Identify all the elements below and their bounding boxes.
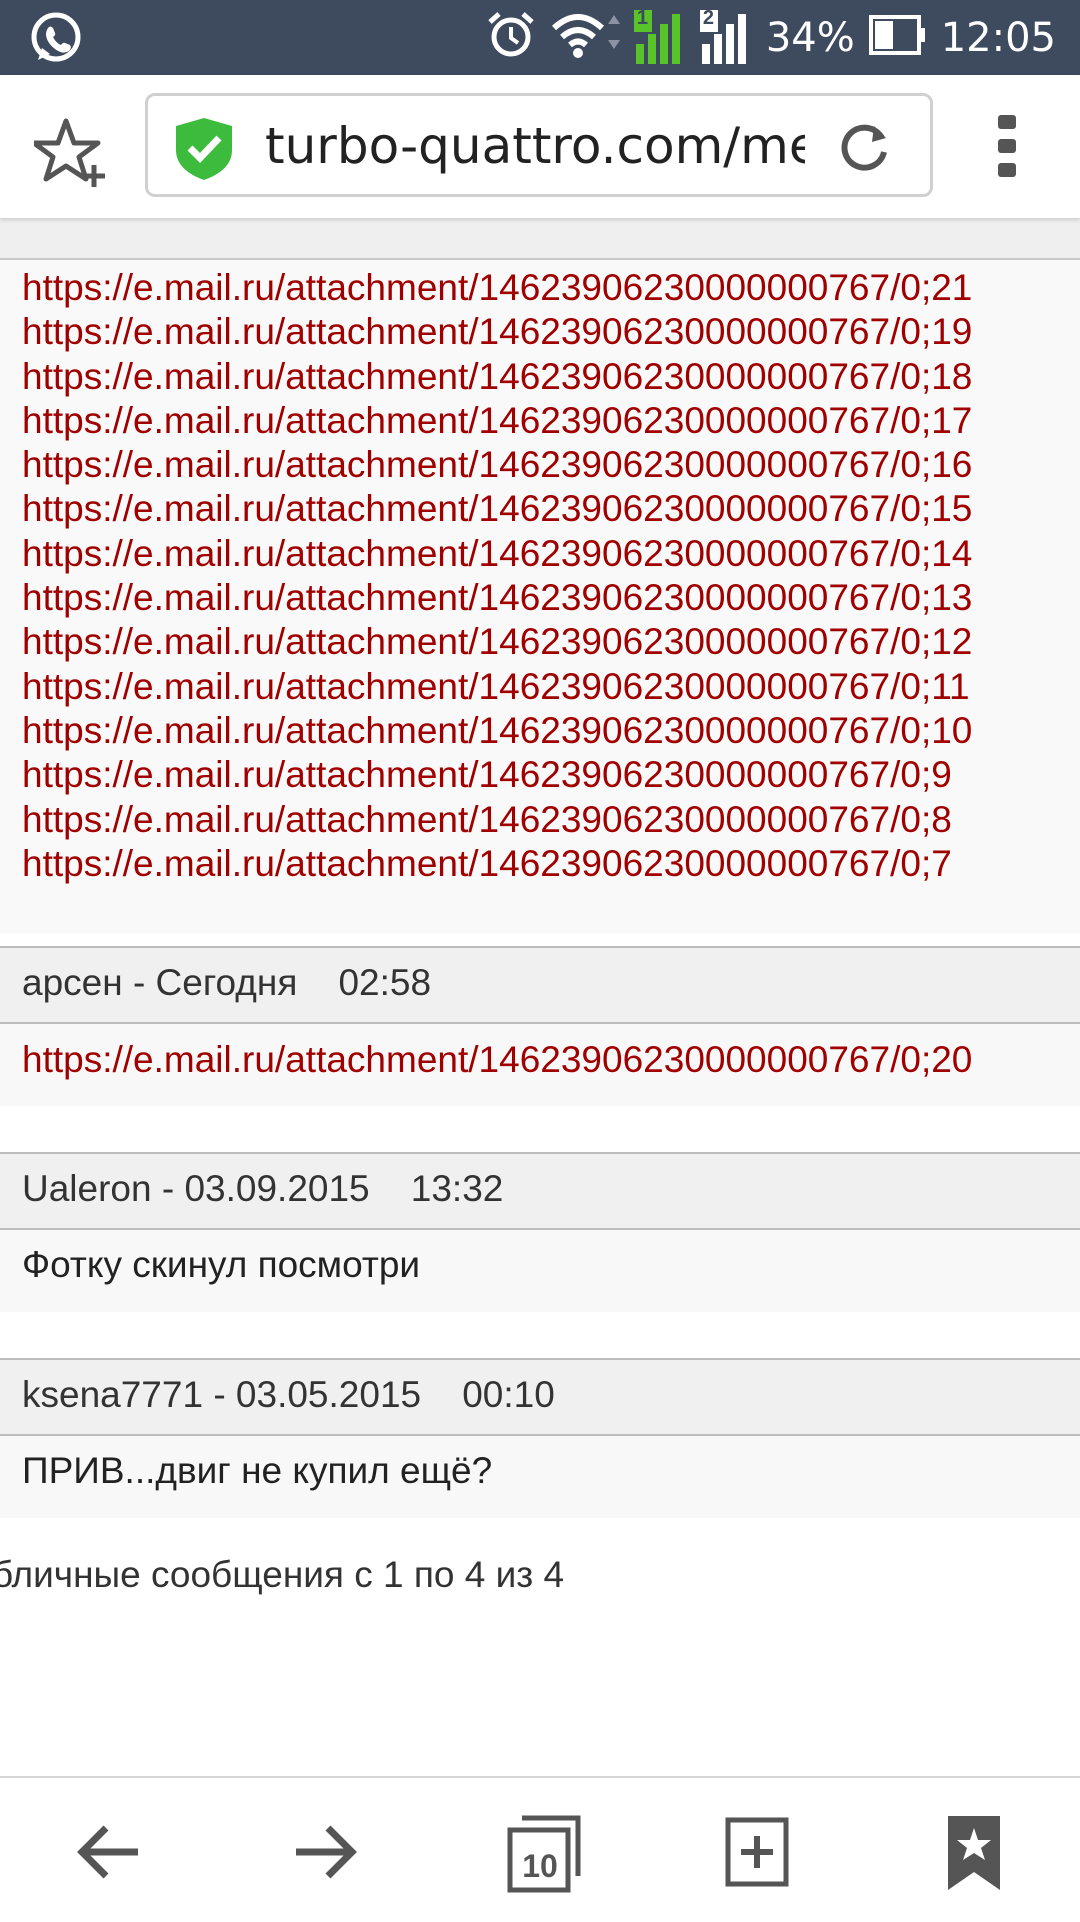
page-content: https://e.mail.ru/attachment/14623906230… xyxy=(0,218,1080,1778)
clock: 12:05 xyxy=(940,14,1056,61)
post-body: Фотку скинул посмотри xyxy=(0,1230,1080,1312)
attachment-link[interactable]: https://e.mail.ru/attachment/14623906230… xyxy=(22,310,1080,354)
address-bar[interactable]: turbo-quattro.com/mer xyxy=(145,93,933,197)
bottom-navigation: 10 xyxy=(0,1776,1080,1922)
attachment-link[interactable]: https://e.mail.ru/attachment/14623906230… xyxy=(22,798,1080,842)
post-body: https://e.mail.ru/attachment/14623906230… xyxy=(0,1024,1080,1106)
attachment-link[interactable]: https://e.mail.ru/attachment/14623906230… xyxy=(22,1038,972,1082)
attachment-link[interactable]: https://e.mail.ru/attachment/14623906230… xyxy=(22,355,1080,399)
battery-icon xyxy=(868,15,927,60)
post-body: ПРИВ...двиг не купил ещё? xyxy=(0,1436,1080,1518)
back-arrow-icon[interactable] xyxy=(72,1814,148,1890)
message-body-links: https://e.mail.ru/attachment/14623906230… xyxy=(0,260,1080,934)
whatsapp-icon xyxy=(28,10,84,66)
attachment-link[interactable]: https://e.mail.ru/attachment/14623906230… xyxy=(22,576,1080,620)
wifi-icon xyxy=(550,10,620,65)
browser-toolbar: turbo-quattro.com/mer xyxy=(0,75,1080,218)
bookmarks-icon[interactable] xyxy=(936,1814,1012,1890)
pagination-summary: бличные сообщения с 1 по 4 из 4 xyxy=(0,1554,565,1595)
attachment-link[interactable]: https://e.mail.ru/attachment/14623906230… xyxy=(22,620,1080,664)
overflow-menu-icon[interactable] xyxy=(990,113,1026,181)
post-author-line: арсен - Сегодня 02:58 xyxy=(22,962,432,1003)
tabs-icon[interactable]: 10 xyxy=(504,1814,584,1893)
post-header: арсен - Сегодня 02:58 xyxy=(0,946,1080,1024)
sim2-label: 2 xyxy=(702,6,714,29)
forward-arrow-icon[interactable] xyxy=(286,1814,362,1890)
post-text: ПРИВ...двиг не купил ещё? xyxy=(22,1450,493,1491)
attachment-link[interactable]: https://e.mail.ru/attachment/14623906230… xyxy=(22,399,1080,443)
attachment-link[interactable]: https://e.mail.ru/attachment/14623906230… xyxy=(22,709,1080,753)
signal-sim2-icon: 2 xyxy=(699,6,752,66)
attachment-link[interactable]: https://e.mail.ru/attachment/14623906230… xyxy=(22,753,1080,797)
attachment-link[interactable]: https://e.mail.ru/attachment/14623906230… xyxy=(22,487,1080,531)
attachment-link[interactable]: https://e.mail.ru/attachment/14623906230… xyxy=(22,266,1080,310)
attachment-link[interactable]: https://e.mail.ru/attachment/14623906230… xyxy=(22,532,1080,576)
tab-count: 10 xyxy=(522,1848,558,1884)
post-header: Ualeron - 03.09.2015 13:32 xyxy=(0,1152,1080,1230)
bookmark-add-icon[interactable] xyxy=(31,115,110,191)
secure-shield-icon xyxy=(174,116,234,182)
link-list: https://e.mail.ru/attachment/14623906230… xyxy=(0,260,1080,886)
reload-icon[interactable] xyxy=(838,120,892,174)
post-text: Фотку скинул посмотри xyxy=(22,1244,421,1285)
attachment-link[interactable]: https://e.mail.ru/attachment/14623906230… xyxy=(22,842,1080,886)
post-author-line: Ualeron - 03.09.2015 13:32 xyxy=(22,1168,504,1209)
attachment-link[interactable]: https://e.mail.ru/attachment/14623906230… xyxy=(22,443,1080,487)
alarm-icon xyxy=(486,10,536,65)
new-tab-icon[interactable] xyxy=(720,1814,796,1890)
post-header: ksena7771 - 03.05.2015 00:10 xyxy=(0,1358,1080,1436)
url-text[interactable]: turbo-quattro.com/mer xyxy=(265,116,805,176)
status-bar: 1 2 34% 12:05 xyxy=(0,0,1080,75)
cut-off-header xyxy=(0,218,1080,260)
sim1-label: 1 xyxy=(636,6,648,29)
battery-percent: 34% xyxy=(765,14,855,61)
post-author-line: ksena7771 - 03.05.2015 00:10 xyxy=(22,1374,555,1415)
signal-sim1-icon: 1 xyxy=(633,6,686,66)
attachment-link[interactable]: https://e.mail.ru/attachment/14623906230… xyxy=(22,665,1080,709)
